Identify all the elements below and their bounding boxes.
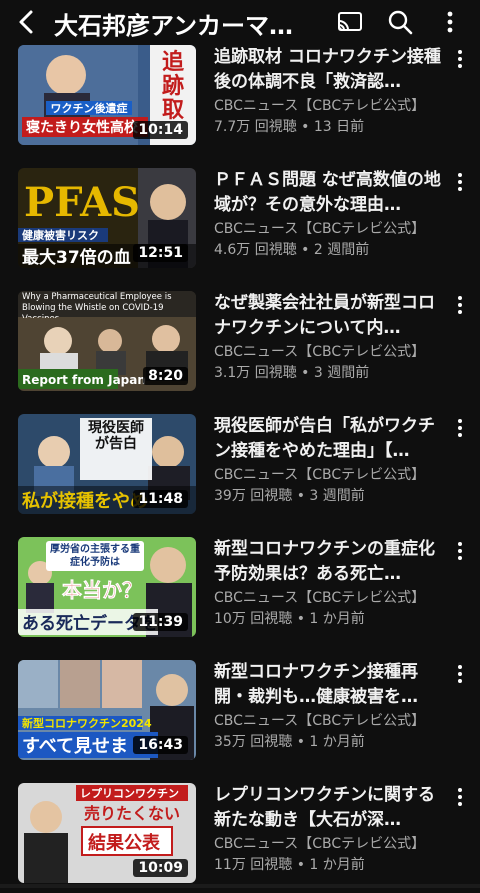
video-item[interactable]: PFAS 健康被害リスク 最大37倍の血 12:51 ＰＦＡＳ問題 なぜ高数値の… [0, 168, 480, 278]
video-title[interactable]: 追跡取材 コロナワクチン接種後の体調不良「救済認… [214, 45, 446, 95]
channel-name: CBCニュース【CBCテレビ公式】 [214, 344, 426, 360]
cast-icon[interactable] [336, 8, 364, 36]
video-thumbnail[interactable]: 追 跡 取 ワクチン後遺症 寝たきり女性高校 10:14 [18, 45, 196, 145]
thumb-sidetext: レプリコンワクチン [80, 786, 179, 800]
video-duration: 10:09 [133, 859, 188, 877]
thumb-subtext: 現役医師が告白 [88, 420, 144, 452]
video-more-icon[interactable] [452, 47, 468, 71]
video-title[interactable]: なぜ製薬会社社員が新型コロナワクチンについて内… [214, 291, 446, 341]
video-thumbnail[interactable]: 新型コロナワクチン2024 すべて見せま 16:43 [18, 660, 196, 760]
channel-name: CBCニュース【CBCテレビ公式】 [214, 98, 426, 114]
video-stats: 35万 回視聴 • 1 か月前 [214, 734, 365, 750]
video-duration: 12:51 [133, 244, 188, 262]
search-icon[interactable] [386, 8, 414, 36]
video-item[interactable]: 厚労省の主張する重症化予防は 本当か？ ある死亡データを 11:39 新型コロナ… [0, 537, 480, 647]
video-title[interactable]: 現役医師が告白「私がワクチン接種をやめた理由」【… [214, 414, 446, 464]
video-duration: 16:43 [133, 736, 188, 754]
thumb-maintext: PFAS [24, 179, 140, 226]
thumb-sidetext: 最大37倍の血 [22, 247, 131, 268]
thumb-subtext: 売りたくない [84, 804, 180, 823]
svg-text:跡: 跡 [162, 73, 184, 99]
thumb-maintext: Report from Japan [22, 373, 146, 387]
thumb-sidetext: 本当か？ [62, 578, 142, 602]
thumb-maintext: すべて見せま [22, 736, 128, 757]
video-more-icon[interactable] [452, 662, 468, 686]
thumb-maintext: 寝たきり女性高校 [26, 119, 139, 136]
video-thumbnail[interactable]: PFAS 健康被害リスク 最大37倍の血 12:51 [18, 168, 196, 268]
video-title[interactable]: 新型コロナワクチン接種再開・裁判も…健康被害を… [214, 660, 446, 710]
video-duration: 10:14 [133, 121, 188, 139]
thumb-subtext: 健康被害リスク [22, 228, 99, 242]
video-thumbnail[interactable]: レプリコンワクチン 売りたくない 結果公表 10:09 [18, 783, 196, 883]
video-stats: 4.6万 回視聴 • 2 週間前 [214, 242, 370, 258]
video-thumbnail[interactable]: 現役医師が告白 私が接種をやめ 11:48 [18, 414, 196, 514]
thumb-subtext: Why a Pharmaceutical Employee is Blowing… [22, 292, 172, 318]
video-stats: 3.1万 回視聴 • 3 週間前 [214, 365, 370, 381]
video-duration: 8:20 [143, 367, 188, 385]
video-item[interactable]: 現役医師が告白 私が接種をやめ 11:48 現役医師が告白「私がワクチン接種をや… [0, 414, 480, 524]
bottom-divider [0, 884, 480, 888]
channel-name: CBCニュース【CBCテレビ公式】 [214, 467, 426, 483]
video-duration: 11:39 [133, 613, 188, 631]
video-item[interactable]: レプリコンワクチン 売りたくない 結果公表 10:09 レプリコンワクチンに関す… [0, 783, 480, 893]
back-arrow-icon[interactable] [14, 8, 40, 36]
channel-name: CBCニュース【CBCテレビ公式】 [214, 221, 426, 237]
video-item[interactable]: 新型コロナワクチン2024 すべて見せま 16:43 新型コロナワクチン接種再開… [0, 660, 480, 770]
svg-text:取: 取 [162, 98, 184, 123]
more-vert-icon[interactable] [436, 8, 464, 36]
video-item[interactable]: Why a Pharmaceutical Employee is Blowing… [0, 291, 480, 401]
video-duration: 11:48 [133, 490, 188, 508]
thumb-subtext: 厚労省の主張する重症化予防は [50, 544, 140, 568]
video-thumbnail[interactable]: Why a Pharmaceutical Employee is Blowing… [18, 291, 196, 391]
video-more-icon[interactable] [452, 293, 468, 317]
video-stats: 11万 回視聴 • 1 か月前 [214, 857, 365, 873]
video-more-icon[interactable] [452, 416, 468, 440]
thumb-subtext: ワクチン後遺症 [51, 101, 128, 115]
video-stats: 7.7万 回視聴 • 13 日前 [214, 119, 365, 135]
page-title: 大石邦彦アンカーマ… [54, 12, 294, 40]
video-title[interactable]: 新型コロナワクチンの重症化予防効果は？ある死亡… [214, 537, 446, 587]
channel-name: CBCニュース【CBCテレビ公式】 [214, 713, 426, 729]
video-more-icon[interactable] [452, 539, 468, 563]
video-title[interactable]: レプリコンワクチンに関する新たな動き【大石が深… [214, 783, 446, 833]
thumb-maintext: 結果公表 [88, 832, 161, 854]
video-stats: 39万 回視聴 • 3 週間前 [214, 488, 365, 504]
svg-text:追: 追 [162, 49, 184, 75]
top-app-bar: 大石邦彦アンカーマ… [0, 0, 480, 44]
video-stats: 10万 回視聴 • 1 か月前 [214, 611, 365, 627]
thumb-maintext: 私が接種をやめ [22, 490, 148, 512]
channel-name: CBCニュース【CBCテレビ公式】 [214, 590, 426, 606]
thumb-subtext: 新型コロナワクチン2024 [22, 716, 152, 730]
video-thumbnail[interactable]: 厚労省の主張する重症化予防は 本当か？ ある死亡データを 11:39 [18, 537, 196, 637]
video-item[interactable]: 追 跡 取 ワクチン後遺症 寝たきり女性高校 10:14 追跡取材 コロナワクチ… [0, 45, 480, 155]
channel-name: CBCニュース【CBCテレビ公式】 [214, 836, 426, 852]
video-title[interactable]: ＰＦＡＳ問題 なぜ高数値の地域が？その意外な理由… [214, 168, 446, 218]
video-more-icon[interactable] [452, 170, 468, 194]
video-more-icon[interactable] [452, 785, 468, 809]
